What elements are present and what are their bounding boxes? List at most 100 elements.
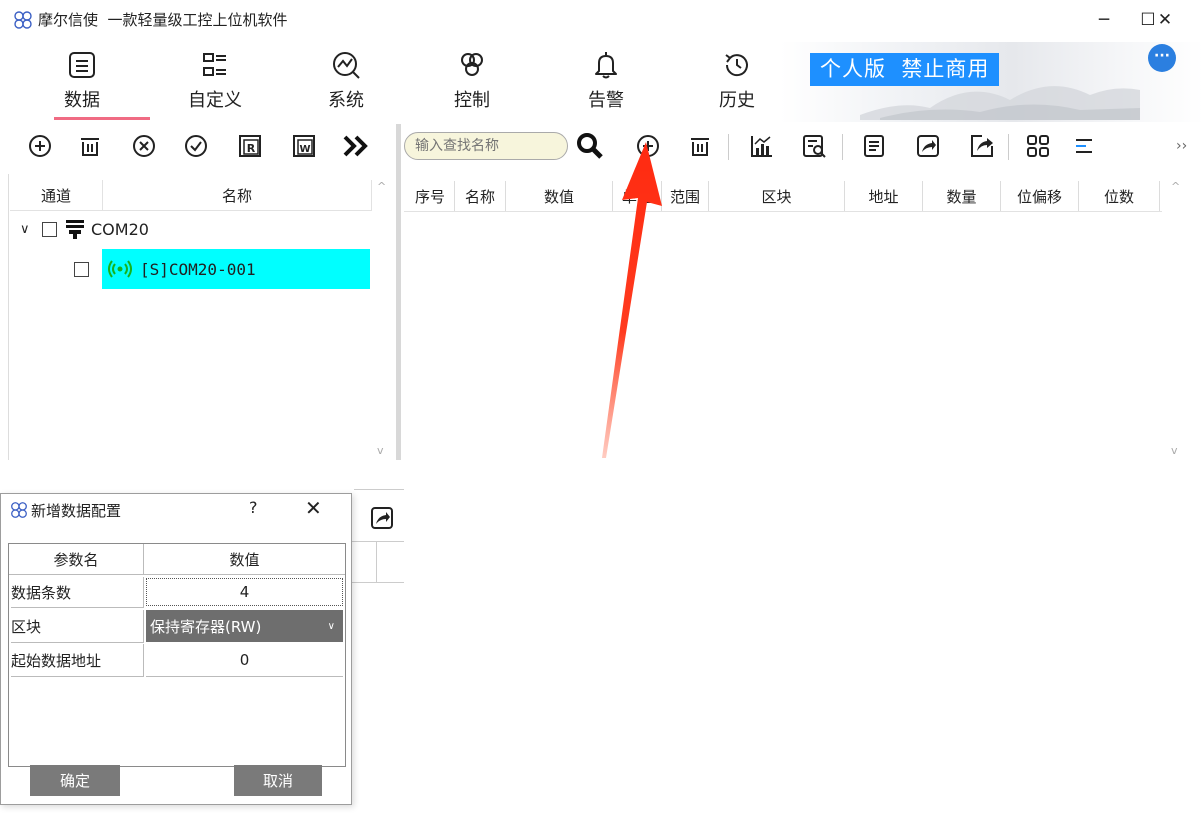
dialog-title: 新增数据配置 — [31, 502, 122, 520]
tab-data[interactable]: 数据 — [34, 46, 130, 120]
grid-col-range[interactable]: 范围 — [662, 181, 709, 211]
column-header-name[interactable]: 名称 — [103, 180, 372, 211]
write-button[interactable]: W — [286, 128, 322, 164]
grid-col-count[interactable]: 数量 — [923, 181, 1001, 211]
write-letter: W — [299, 144, 310, 155]
window-title: 摩尔信使 一款轻量级工控上位机软件 — [38, 11, 288, 29]
disconnect-button[interactable] — [126, 128, 162, 164]
connect-button[interactable] — [178, 128, 214, 164]
grid-col-name[interactable]: 名称 — [455, 181, 506, 211]
add-icon — [637, 135, 659, 157]
scroll-down-icon[interactable]: v — [1171, 444, 1178, 457]
background-grid-fragment — [346, 541, 404, 583]
add-data-dialog: 新增数据配置 ? ✕ 参数名 数值 数据条数 4 区块 保持寄存器(RW) ∨ … — [0, 493, 352, 805]
delete-icon — [81, 138, 99, 156]
import-icon — [371, 507, 393, 529]
tab-control[interactable]: 控制 — [424, 46, 520, 120]
tab-label: 告警 — [588, 90, 624, 111]
tree-scrollbar[interactable]: ^ v — [374, 176, 390, 460]
app-logo-icon — [14, 11, 32, 29]
bell-icon — [589, 46, 623, 84]
block-select[interactable]: 保持寄存器(RW) ∨ — [146, 610, 343, 642]
dialog-close-button[interactable]: ✕ — [305, 496, 322, 520]
grid-scrollbar[interactable]: ^ v — [1168, 176, 1186, 460]
tab-label: 自定义 — [188, 90, 242, 111]
param-row-address-label: 起始数据地址 — [11, 644, 144, 677]
signal-icon — [108, 260, 132, 278]
scroll-down-icon[interactable]: v — [377, 444, 384, 457]
close-circle-icon — [133, 135, 155, 157]
panel-splitter[interactable] — [396, 124, 401, 460]
add-icon — [29, 135, 51, 157]
grid-col-index[interactable]: 序号 — [406, 181, 455, 211]
tab-alarm[interactable]: 告警 — [558, 46, 654, 120]
import-icon — [917, 135, 939, 157]
read-button[interactable]: R — [232, 128, 268, 164]
align-button[interactable] — [1066, 128, 1102, 164]
device-label: [S]COM20-001 — [140, 259, 256, 279]
export-button[interactable] — [964, 128, 1000, 164]
grid-col-bit-offset[interactable]: 位偏移 — [1001, 181, 1079, 211]
device-row-highlight[interactable]: [S]COM20-001 — [102, 249, 370, 289]
search-icon — [577, 133, 603, 159]
channel-checkbox[interactable] — [42, 221, 57, 237]
grid-col-bit-count[interactable]: 位数 — [1079, 181, 1160, 211]
tab-label: 系统 — [328, 90, 364, 111]
document-icon — [864, 135, 884, 157]
inspect-button[interactable] — [796, 128, 832, 164]
cancel-button[interactable]: 取消 — [234, 765, 322, 796]
header-param-name: 参数名 — [9, 544, 144, 575]
data-count-input[interactable]: 4 — [146, 578, 343, 606]
grid-view-button[interactable] — [1020, 128, 1056, 164]
grid-col-address[interactable]: 地址 — [845, 181, 923, 211]
grid-col-value[interactable]: 数值 — [506, 181, 613, 211]
tab-label: 控制 — [454, 90, 490, 111]
start-address-input[interactable]: 0 — [146, 644, 343, 677]
delete-channel-button[interactable] — [72, 128, 108, 164]
column-header-channel[interactable]: 通道 — [10, 180, 103, 211]
system-chart-icon — [329, 46, 363, 84]
device-checkbox[interactable] — [74, 261, 89, 277]
list-icon — [65, 46, 99, 84]
tab-custom[interactable]: 自定义 — [167, 46, 263, 120]
serial-port-icon — [66, 220, 84, 239]
toolbar-overflow-button[interactable]: ›› — [1176, 138, 1187, 154]
chevron-down-icon: ∨ — [327, 620, 335, 632]
background-import-button — [364, 500, 400, 536]
tree-node-channel[interactable]: ∨ COM20 — [20, 214, 149, 244]
expand-icon — [343, 135, 368, 157]
write-icon: W — [293, 135, 315, 157]
tree-node-device[interactable]: [S]COM20-001 — [66, 249, 370, 289]
delete-data-button[interactable] — [682, 128, 718, 164]
expand-chevron-icon[interactable]: ∨ — [20, 222, 38, 237]
add-data-button[interactable] — [630, 128, 666, 164]
grid-col-block[interactable]: 区块 — [709, 181, 845, 211]
add-channel-button[interactable] — [22, 128, 58, 164]
export-icon — [971, 135, 993, 157]
scroll-up-icon[interactable]: ^ — [1171, 180, 1180, 193]
document-button[interactable] — [856, 128, 892, 164]
history-icon — [720, 46, 754, 84]
param-row-count-label: 数据条数 — [11, 577, 144, 608]
search-input[interactable] — [404, 132, 568, 160]
help-button[interactable]: ? — [249, 498, 258, 517]
import-button[interactable] — [910, 128, 946, 164]
tab-label: 历史 — [719, 90, 755, 111]
expand-toolbar-button[interactable] — [338, 128, 374, 164]
tab-system[interactable]: 系统 — [298, 46, 394, 120]
chart-button[interactable] — [744, 128, 780, 164]
read-icon: R — [239, 135, 261, 157]
background-window-edge — [354, 489, 404, 496]
more-options-button[interactable]: ··· — [1148, 44, 1176, 72]
align-icon — [1076, 139, 1092, 153]
minimize-button[interactable]: ─ — [1081, 4, 1127, 36]
ok-button[interactable]: 确定 — [30, 765, 120, 796]
tab-history[interactable]: 历史 — [689, 46, 785, 120]
delete-icon — [691, 138, 709, 156]
search-button[interactable] — [572, 128, 608, 164]
control-icon — [455, 46, 489, 84]
parameter-table: 参数名 数值 数据条数 4 区块 保持寄存器(RW) ∨ 起始数据地址 0 — [8, 543, 346, 767]
scroll-up-icon[interactable]: ^ — [377, 180, 386, 193]
close-window-button[interactable]: ✕ — [1142, 4, 1188, 36]
grid-col-unit[interactable]: 单位 — [613, 181, 662, 211]
